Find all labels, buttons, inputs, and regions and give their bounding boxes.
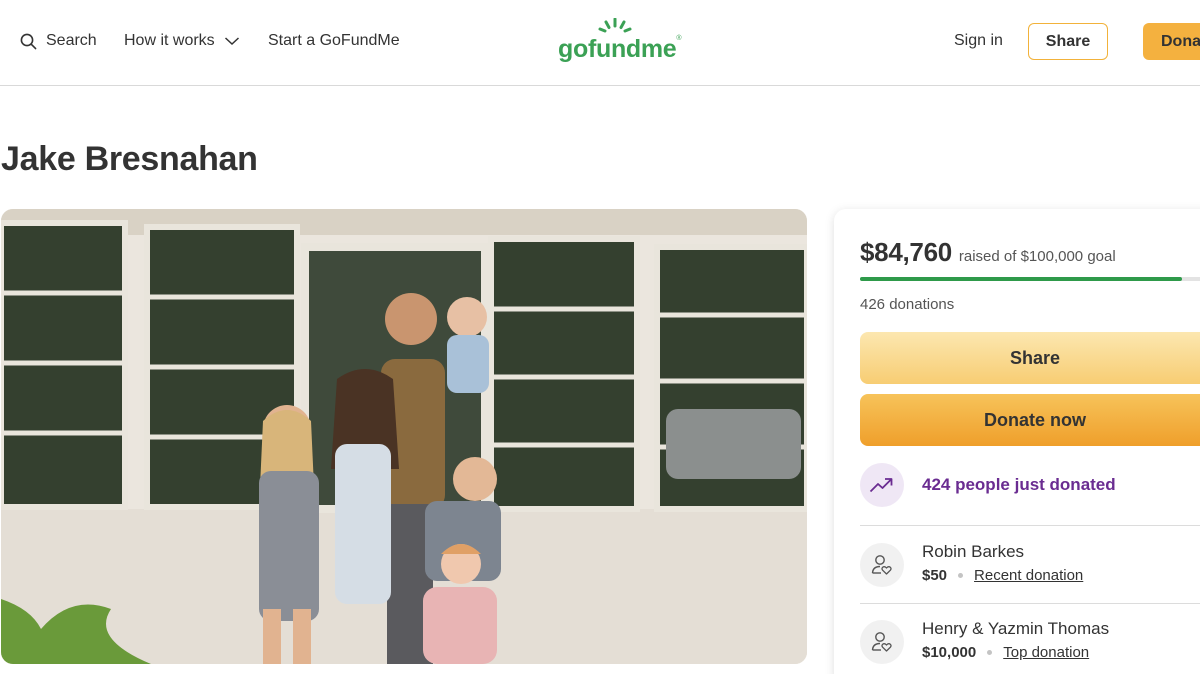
campaign-title: Jake Bresnahan [1, 140, 258, 178]
donation-card: $84,760 raised of $100,000 goal 426 dona… [834, 209, 1200, 674]
header-donate-button[interactable]: Donate [1143, 23, 1200, 60]
donation-count: 426 donations [860, 296, 955, 313]
donor-heart-icon [871, 555, 892, 575]
gofundme-logo[interactable]: gofundme® [558, 18, 682, 64]
sign-in-label: Sign in [954, 32, 1003, 49]
divider [860, 603, 1200, 604]
progress-fill [860, 277, 1183, 281]
logo-wordmark: gofundme® [558, 35, 682, 63]
search-link[interactable]: Search [20, 30, 97, 52]
family-photo-icon [1, 209, 807, 664]
separator-dot [987, 650, 993, 655]
recent-donation-link[interactable]: Recent donation [974, 567, 1083, 584]
donation-amount: $10,000 [922, 644, 977, 661]
progress-bar [860, 277, 1200, 281]
how-it-works-menu[interactable]: How it works [124, 30, 240, 52]
sign-in-link[interactable]: Sign in [954, 30, 1003, 52]
trending-up-icon [869, 478, 893, 493]
search-icon [20, 33, 37, 49]
start-gofundme-link[interactable]: Start a GoFundMe [268, 30, 400, 52]
trending-icon-badge [860, 463, 904, 507]
header-share-button[interactable]: Share [1028, 23, 1108, 60]
donor-item: Robin Barkes $50 Recent donation [860, 542, 1083, 587]
recent-activity[interactable]: 424 people just donated [860, 463, 1116, 507]
share-button[interactable]: Share [860, 332, 1200, 384]
how-it-works-label: How it works [124, 32, 215, 49]
avatar [860, 620, 904, 664]
search-label: Search [46, 32, 97, 49]
divider [860, 525, 1200, 526]
donate-now-button[interactable]: Donate now [860, 394, 1200, 446]
chevron-down-icon [224, 37, 239, 46]
donor-name: Henry & Yazmin Thomas [922, 619, 1110, 638]
logo-sun-icon [598, 18, 632, 33]
recent-activity-text: 424 people just donated [922, 475, 1116, 494]
amount-raised-row: $84,760 raised of $100,000 goal [860, 237, 1116, 268]
donor-heart-icon [871, 632, 892, 652]
top-donation-link[interactable]: Top donation [1003, 644, 1089, 661]
site-header: Search How it works Start a GoFundMe gof… [0, 0, 1200, 86]
separator-dot [958, 573, 964, 578]
goal-text: raised of $100,000 goal [958, 248, 1116, 265]
donor-item: Henry & Yazmin Thomas $10,000 Top donati… [860, 619, 1109, 664]
donation-amount: $50 [922, 567, 948, 584]
avatar [860, 543, 904, 587]
donor-name: Robin Barkes [922, 542, 1025, 561]
amount-raised: $84,760 [860, 237, 952, 267]
campaign-photo[interactable] [1, 209, 807, 664]
start-gofundme-label: Start a GoFundMe [268, 32, 400, 49]
